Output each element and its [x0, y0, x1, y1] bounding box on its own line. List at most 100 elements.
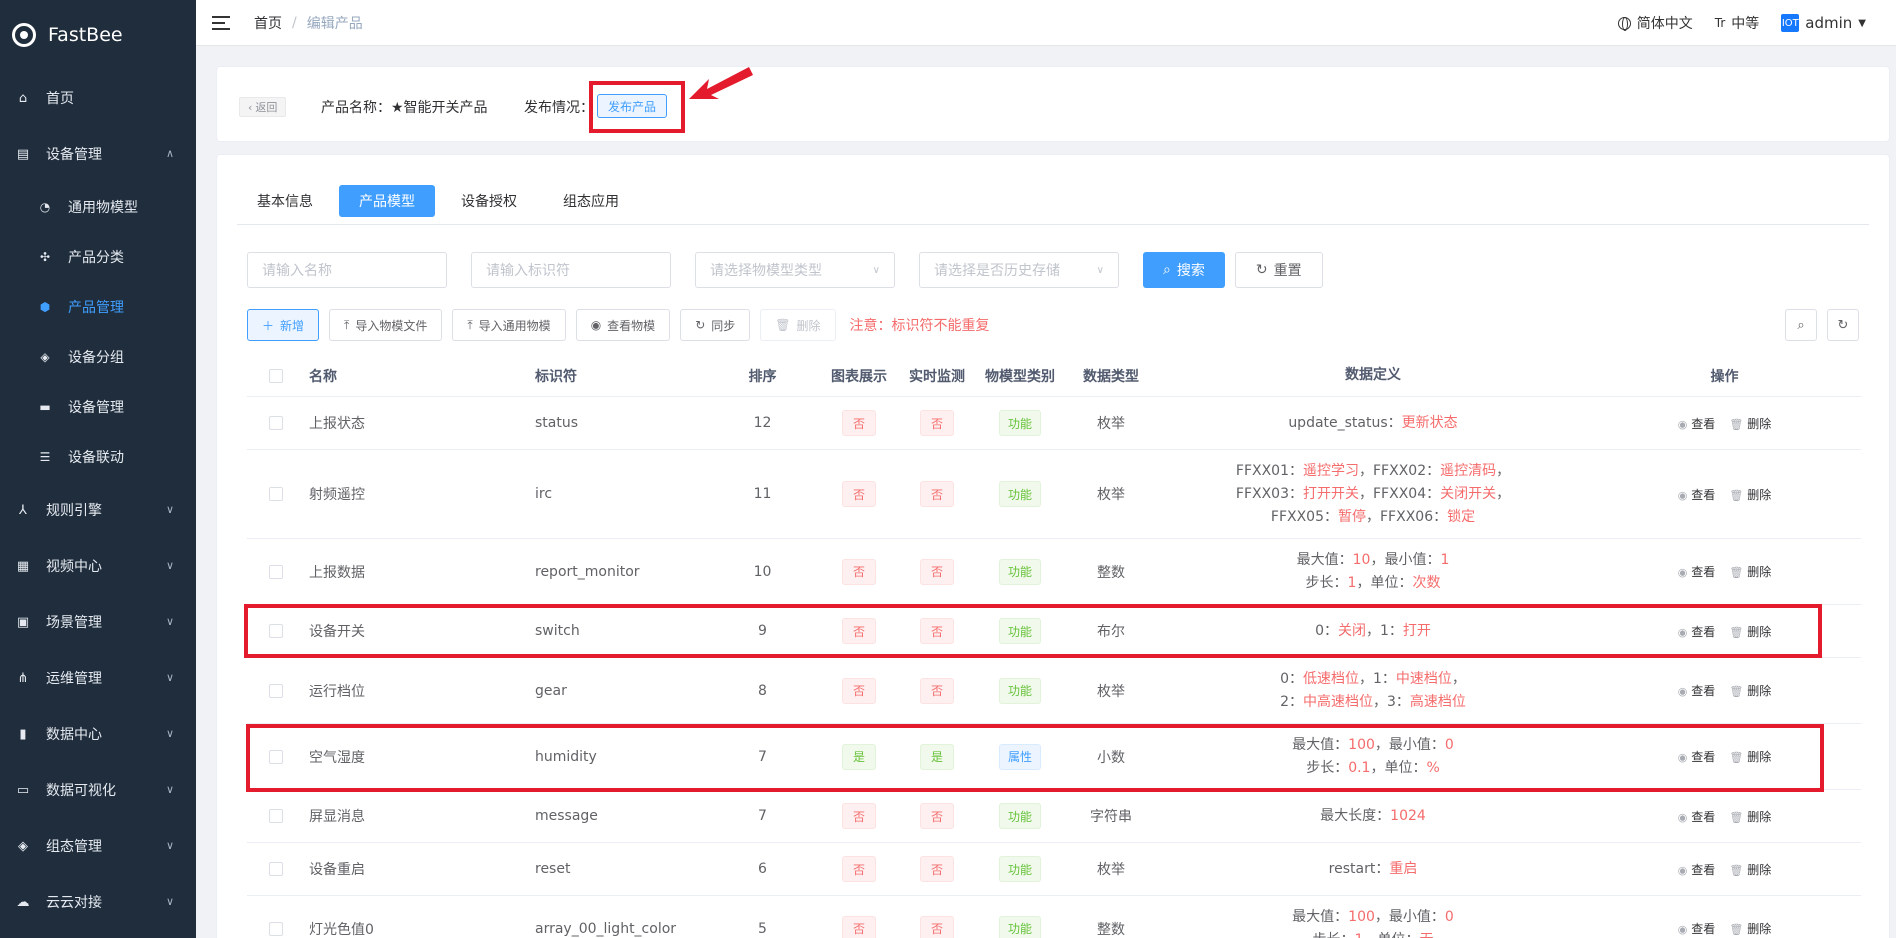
sidebar-item-3[interactable]: ▦ 视频中心 ∨	[0, 538, 196, 594]
model-type-tag: 功能	[998, 410, 1041, 436]
operations-cell: ◉ 查看 🗑 删除	[1588, 486, 1861, 503]
breadcrumb-current: 编辑产品	[306, 15, 363, 32]
row-checkbox[interactable]	[269, 564, 283, 579]
sidebar-item-0[interactable]: ⌂ 首页	[0, 70, 196, 126]
sidebar-item-4[interactable]: ▣ 场景管理 ∨	[0, 594, 196, 650]
user-menu[interactable]: IOT admin ▼	[1781, 14, 1866, 32]
sidebar-subitem-1[interactable]: ✣ 产品分类	[0, 232, 196, 282]
tab-3[interactable]: 组态应用	[543, 185, 639, 217]
delete-row-button[interactable]: 🗑 删除	[1729, 920, 1771, 937]
definition-label: ，	[1496, 462, 1511, 479]
hamburger-icon[interactable]	[212, 15, 230, 30]
sidebar-subitem-4[interactable]: ▬ 设备管理	[0, 382, 196, 432]
row-checkbox[interactable]	[269, 921, 283, 936]
sidebar-item-6[interactable]: ▮ 数据中心 ∨	[0, 706, 196, 762]
view-model-button[interactable]: ◉ 查看物模	[575, 309, 671, 341]
ident-search-input[interactable]: 请输入标识符	[471, 252, 671, 288]
breadcrumb-home[interactable]: 首页	[254, 13, 282, 33]
definition-value: 关闭开关	[1440, 485, 1497, 502]
select-all-checkbox[interactable]	[269, 368, 283, 383]
sidebar-item-1[interactable]: ▤ 设备管理 ∧	[0, 126, 196, 182]
sidebar-subitem-3[interactable]: ◈ 设备分组	[0, 332, 196, 382]
product-info-panel: ‹ 返回 产品名称：★智能开关产品 发布情况： 发布产品	[216, 66, 1890, 142]
sidebar-item-7[interactable]: ▭ 数据可视化 ∨	[0, 762, 196, 818]
view-button[interactable]: ◉ 查看	[1678, 486, 1716, 503]
sidebar-item-9[interactable]: ☁ 云云对接 ∨	[0, 874, 196, 930]
box-icon: ▣	[16, 614, 30, 630]
history-storage-select[interactable]: 请选择是否历史存储 ∨	[919, 252, 1119, 288]
toggle-search-button[interactable]: ⌕	[1785, 309, 1817, 341]
tab-1[interactable]: 产品模型	[339, 184, 435, 217]
add-button[interactable]: ＋ 新增	[247, 309, 320, 341]
delete-row-button[interactable]: 🗑 删除	[1729, 563, 1771, 580]
reset-button[interactable]: ↻ 重置	[1234, 252, 1323, 288]
sidebar-subitem-2[interactable]: ⬢ 产品管理	[0, 282, 196, 332]
delete-row-button[interactable]: 🗑 删除	[1729, 861, 1771, 878]
model-sort: 7	[758, 808, 767, 824]
model-identifier: gear	[535, 682, 567, 699]
row-checkbox-cell	[247, 487, 305, 501]
delete-row-button[interactable]: 🗑 删除	[1729, 808, 1771, 825]
sidebar-item-8[interactable]: ◈ 组态管理 ∨	[0, 818, 196, 874]
eye-icon: ◉	[590, 318, 602, 332]
delete-label: 删除	[1747, 487, 1772, 502]
sidebar-item-2[interactable]: ⅄ 规则引擎 ∨	[0, 482, 196, 538]
language-switch[interactable]: 简体中文	[1617, 13, 1693, 33]
row-checkbox[interactable]	[269, 809, 283, 823]
trash-icon: 🗑	[1729, 417, 1744, 431]
history-storage-placeholder: 请选择是否历史存储	[934, 263, 1060, 279]
model-name: 灯光色值0	[309, 921, 374, 938]
tab-0[interactable]: 基本信息	[237, 185, 333, 217]
delete-row-button[interactable]: 🗑 删除	[1729, 415, 1771, 432]
back-button[interactable]: ‹ 返回	[239, 97, 287, 117]
apps-icon: ✣	[39, 250, 51, 264]
sidebar-item-5[interactable]: ⋔ 运维管理 ∨	[0, 650, 196, 706]
view-button[interactable]: ◉ 查看	[1678, 808, 1716, 825]
row-checkbox-cell	[247, 862, 305, 876]
row-checkbox[interactable]	[269, 683, 283, 698]
size-switch[interactable]: Tr 中等	[1715, 13, 1760, 33]
data-type: 枚举	[1097, 487, 1125, 503]
view-button[interactable]: ◉ 查看	[1678, 861, 1716, 878]
delete-row-button[interactable]: 🗑 删除	[1729, 682, 1771, 699]
view-button[interactable]: ◉ 查看	[1678, 682, 1716, 699]
highlight-box-humidity-row	[246, 724, 1824, 792]
cube-icon: ⬢	[39, 300, 51, 314]
refresh-table-button[interactable]: ↻	[1827, 309, 1859, 341]
search-icon: ⌕	[1797, 317, 1805, 333]
live-monitor-tag: 否	[920, 558, 954, 585]
import-common-button[interactable]: ⤒ 导入通用物模	[452, 309, 566, 341]
tab-2[interactable]: 设备授权	[441, 185, 537, 217]
row-checkbox[interactable]	[269, 487, 283, 501]
definition-label: 2：	[1280, 693, 1303, 710]
name-search-input[interactable]: 请输入名称	[247, 252, 447, 288]
trash-icon: 🗑	[1729, 685, 1744, 698]
view-button[interactable]: ◉ 查看	[1678, 563, 1716, 580]
sidebar-subitem-5[interactable]: ☰ 设备联动	[0, 432, 196, 482]
app-logo[interactable]: FastBee	[0, 0, 196, 70]
operations-cell: ◉ 查看 🗑 删除	[1588, 682, 1861, 699]
view-button[interactable]: ◉ 查看	[1678, 415, 1716, 432]
sidebar-subitem-0[interactable]: ◔ 通用物模型	[0, 182, 196, 232]
row-checkbox[interactable]	[269, 416, 283, 430]
drive-icon: ▬	[39, 400, 51, 414]
sync-button[interactable]: ↻ 同步	[680, 309, 751, 341]
definition-label: ，1：	[1359, 670, 1396, 687]
search-button[interactable]: ⌕ 搜索	[1143, 252, 1225, 288]
import-file-button[interactable]: ⤒ 导入物模文件	[329, 309, 443, 341]
delete-button[interactable]: 🗑 删除	[760, 309, 836, 341]
import-common-label: 导入通用物模	[478, 318, 551, 333]
definition-label: ，FFXX06：	[1366, 508, 1448, 525]
model-type-select[interactable]: 请选择物模型类型 ∨	[695, 252, 895, 288]
layers-icon: ◈	[40, 350, 50, 364]
row-checkbox[interactable]	[269, 862, 283, 876]
delete-label: 删除	[1747, 565, 1772, 579]
delete-label: 删除	[796, 318, 821, 333]
model-type-tag: 功能	[998, 803, 1041, 829]
highlight-box	[589, 81, 685, 133]
view-button[interactable]: ◉ 查看	[1678, 920, 1716, 937]
sidebar-subitem-label: 通用物模型	[68, 200, 138, 216]
definition-value: 0	[1444, 908, 1454, 925]
tree-icon: ⋔	[17, 670, 29, 686]
delete-row-button[interactable]: 🗑 删除	[1729, 486, 1771, 503]
